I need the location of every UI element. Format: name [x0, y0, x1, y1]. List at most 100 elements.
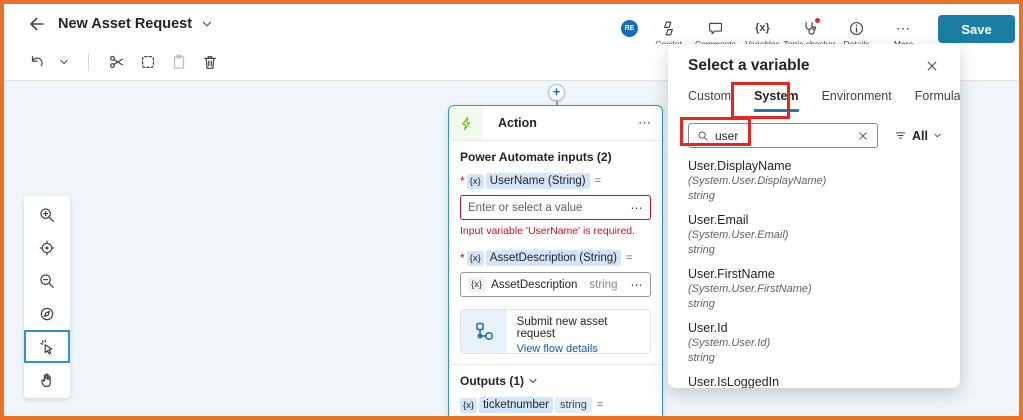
variable-token-icon: {x}	[468, 277, 486, 292]
back-arrow-icon	[30, 17, 44, 31]
save-button[interactable]: Save	[938, 15, 1015, 43]
delete-button[interactable]	[201, 53, 219, 71]
variable-path: (System.User.FirstName)	[688, 283, 812, 295]
tab-formula[interactable]: Formula	[915, 89, 960, 112]
back-button[interactable]	[26, 14, 46, 34]
panel-header: Select a variable	[688, 56, 942, 76]
action-card-title: Action	[498, 116, 537, 130]
select-tool-button[interactable]	[24, 330, 70, 363]
paste-clipboard-icon	[173, 54, 185, 69]
zoom-out-button[interactable]	[24, 264, 70, 297]
zoom-in-button[interactable]	[24, 198, 70, 231]
zoom-out-icon	[40, 273, 54, 288]
panel-tabs: Custom System Environment Formula	[688, 89, 960, 112]
variable-result-item[interactable]: User.DisplayName (System.User.DisplayNam…	[688, 149, 942, 203]
undo-icon	[31, 55, 43, 67]
panel-title: Select a variable	[688, 57, 810, 74]
view-flow-details-link[interactable]: View flow details	[517, 343, 640, 353]
filter-label: All	[912, 128, 928, 143]
canvas-tool-rail	[24, 196, 70, 398]
variable-name: User.Id	[688, 321, 728, 335]
variable-result-item[interactable]: User.Email (System.User.Email) string	[688, 203, 942, 257]
action-icon-cell	[449, 106, 483, 140]
outputs-header-label: Outputs (1)	[460, 374, 524, 388]
variable-search-input[interactable]: user	[688, 123, 878, 148]
panel-search-row: user All	[688, 123, 942, 148]
equals-sign: =	[625, 252, 633, 264]
username-placeholder: Enter or select a value	[468, 201, 583, 214]
variable-result-item[interactable]: User.IsLoggedIn	[688, 365, 942, 388]
variable-path: (System.User.DisplayName)	[688, 175, 827, 187]
assetdesc-variable-label[interactable]: AssetDescription (String)	[485, 250, 621, 266]
copy-button[interactable]	[139, 53, 157, 71]
username-options-button[interactable]: ⋯	[631, 201, 644, 215]
username-value-input[interactable]: Enter or select a value ⋯	[460, 195, 651, 220]
variable-type: string	[688, 352, 715, 364]
search-value: user	[715, 128, 739, 143]
tab-custom[interactable]: Custom	[688, 89, 731, 112]
title-dropdown[interactable]	[201, 18, 213, 30]
copilot-icon	[664, 21, 673, 35]
trash-icon	[203, 56, 217, 69]
power-automate-lightning-icon	[461, 116, 470, 130]
flow-reference-title: Submit new asset request	[516, 316, 608, 340]
fit-view-button[interactable]	[24, 231, 70, 264]
action-card[interactable]: Action ⋯ Power Automate inputs (2) * {x}…	[448, 105, 663, 416]
comments-icon	[708, 22, 723, 34]
compass-icon	[40, 307, 54, 320]
variable-result-item[interactable]: User.FirstName (System.User.FirstName) s…	[688, 257, 942, 311]
paste-button[interactable]	[170, 53, 188, 71]
output-variable-label[interactable]: ticketnumber	[479, 397, 553, 413]
undo-button[interactable]	[28, 53, 46, 71]
chevron-down-icon	[529, 379, 537, 383]
action-card-body: Power Automate inputs (2) * {x} UserName…	[449, 141, 662, 416]
zoom-in-icon	[40, 207, 54, 222]
username-variable-label[interactable]: UserName (String)	[485, 173, 590, 189]
details-info-icon	[849, 21, 864, 35]
flow-reference-card[interactable]: Submit new asset request View flow detai…	[460, 309, 651, 354]
toolbar-divider	[88, 53, 89, 71]
equals-sign: =	[594, 175, 602, 187]
outputs-section-header[interactable]: Outputs (1)	[460, 374, 651, 388]
variable-name: User.FirstName	[688, 267, 775, 281]
inputs-section-header: Power Automate inputs (2)	[460, 150, 612, 164]
username-error-text: Input variable 'UserName' is required.	[460, 225, 636, 237]
outputs-divider	[449, 364, 662, 365]
chevron-down-icon	[934, 133, 941, 138]
variable-name: User.IsLoggedIn	[688, 375, 780, 388]
chevron-down-icon	[60, 60, 68, 64]
variable-results-list: User.DisplayName (System.User.DisplayNam…	[688, 149, 942, 388]
filter-icon	[895, 132, 906, 139]
assetdesc-value-input[interactable]: {x} AssetDescription string ⋯	[460, 272, 651, 297]
clear-search-icon[interactable]	[857, 130, 869, 142]
action-card-header: Action ⋯	[449, 106, 662, 140]
action-more-button[interactable]: ⋯	[638, 115, 652, 131]
cut-button[interactable]	[108, 53, 126, 71]
copy-icon	[141, 55, 155, 69]
app-frame: New Asset Request RE Copilot Comments {x…	[0, 0, 1023, 420]
select-variable-panel: Select a variable Custom System Environm…	[668, 44, 960, 388]
chevron-down-icon	[202, 21, 212, 27]
notification-dot	[815, 18, 820, 23]
tab-system[interactable]: System	[754, 89, 799, 112]
add-node-button[interactable]: +	[548, 84, 565, 101]
cut-scissors-icon	[109, 55, 124, 69]
pan-tool-button[interactable]	[24, 363, 70, 396]
variable-type: string	[688, 190, 715, 202]
assetdesc-variable-row: * {x} AssetDescription (String) =	[460, 250, 651, 266]
magic-select-cursor-icon	[40, 339, 53, 354]
avatar[interactable]: RE	[621, 20, 638, 37]
more-icon: ⋯	[896, 19, 911, 36]
tab-environment[interactable]: Environment	[822, 89, 892, 112]
assetdesc-options-button[interactable]: ⋯	[631, 278, 644, 292]
variable-token-icon: {x}	[466, 250, 484, 266]
output-type-badge: string	[554, 397, 592, 413]
reset-view-button[interactable]	[24, 297, 70, 330]
undo-dropdown[interactable]	[59, 57, 69, 67]
filter-dropdown[interactable]: All	[894, 129, 942, 143]
close-panel-button[interactable]	[922, 56, 942, 76]
assetdesc-value: AssetDescription	[491, 278, 578, 291]
variable-name: User.Email	[688, 213, 749, 227]
variable-result-item[interactable]: User.Id (System.User.Id) string	[688, 311, 942, 365]
variable-type: string	[688, 244, 715, 256]
